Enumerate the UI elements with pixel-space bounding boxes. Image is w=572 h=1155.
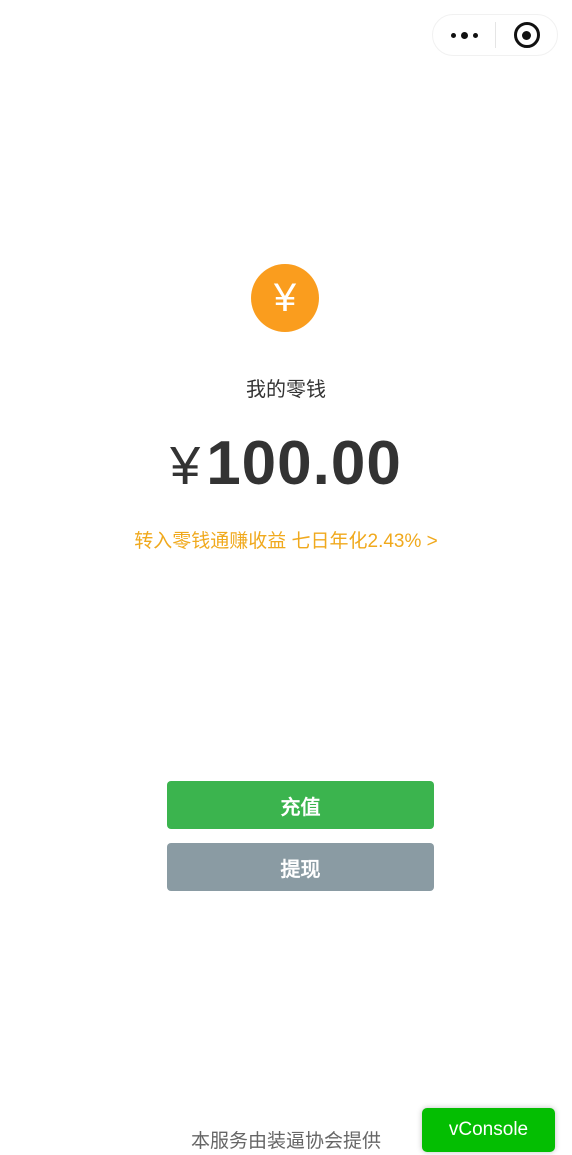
coin-symbol: ¥ [273, 276, 297, 320]
balance-display: ¥100.00 [0, 428, 572, 499]
mini-program-capsule [432, 14, 558, 56]
balance-amount: 100.00 [206, 429, 402, 498]
more-dots-icon [450, 31, 478, 39]
lingqiantong-promo-link[interactable]: 转入零钱通赚收益 七日年化2.43% > [0, 526, 572, 553]
coin-icon: ¥ [251, 264, 319, 332]
target-circle-icon [513, 22, 540, 48]
recharge-button[interactable]: 充值 [167, 781, 434, 829]
close-mini-program-button[interactable] [496, 14, 557, 56]
vconsole-button[interactable]: vConsole [422, 1108, 555, 1152]
withdraw-button[interactable]: 提现 [167, 843, 434, 891]
more-button[interactable] [433, 14, 495, 56]
currency-symbol: ¥ [170, 436, 201, 496]
wallet-label: 我的零钱 [246, 379, 326, 401]
